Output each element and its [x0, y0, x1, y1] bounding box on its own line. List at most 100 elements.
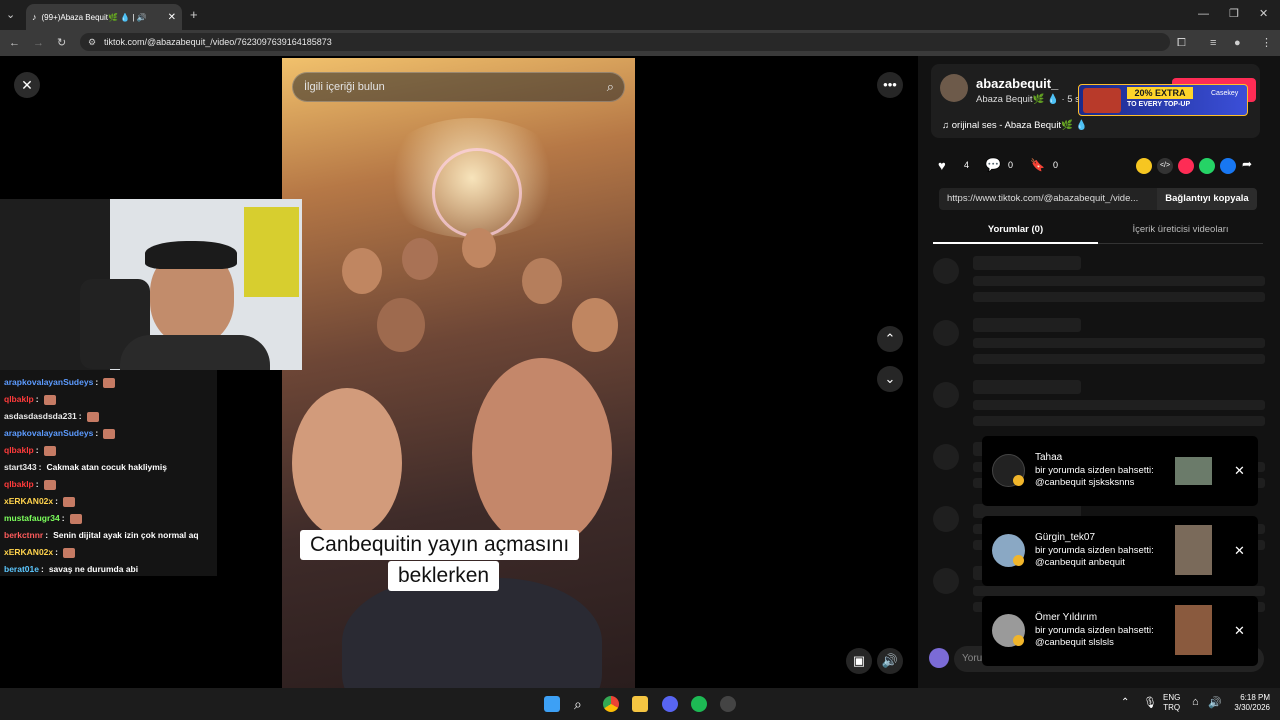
- chrome-icon[interactable]: [603, 696, 619, 712]
- notification-close-icon[interactable]: ✕: [1234, 463, 1245, 479]
- notification-line2: @canbequit slslsls: [1035, 637, 1114, 648]
- forward-icon[interactable]: →: [33, 36, 44, 50]
- crowd-face: [377, 298, 425, 352]
- facebook-icon[interactable]: [1220, 158, 1236, 174]
- chat-username[interactable]: berat01e: [4, 561, 39, 578]
- previous-video-icon[interactable]: ⌃: [877, 326, 903, 352]
- new-tab-icon[interactable]: +: [190, 8, 198, 22]
- chat-username[interactable]: arapkovalayanSudeys: [4, 374, 93, 391]
- browser-tab[interactable]: ♪ (99+)Abaza Bequit🌿 💧 | 🔊 ✕: [26, 4, 182, 30]
- discord-icon[interactable]: [662, 696, 678, 712]
- chat-emote: [86, 411, 99, 422]
- streamer-webcam: [0, 199, 302, 370]
- notification-line1: bir yorumda sizden bahsetti:: [1035, 465, 1154, 476]
- chat-message: qlbaklp :: [0, 391, 217, 408]
- notification-thumbnail: [1175, 525, 1212, 575]
- browser-tab-bar: ⌄ ♪ (99+)Abaza Bequit🌿 💧 | 🔊 ✕ + — ❐ ✕: [0, 0, 1280, 30]
- search-input[interactable]: İlgili içeriği bulun ⌕: [292, 72, 625, 102]
- search-icon[interactable]: ⌕: [607, 73, 614, 101]
- chat-text: savaş ne durumda abi: [48, 564, 139, 574]
- notification-name: Gürgin_tek07: [1035, 532, 1096, 543]
- share-arrow-icon[interactable]: ➦: [1242, 157, 1252, 171]
- notification-close-icon[interactable]: ✕: [1234, 623, 1245, 639]
- save-icon[interactable]: 🔖: [1030, 158, 1045, 172]
- minimize-icon[interactable]: —: [1198, 7, 1209, 21]
- speaker-icon[interactable]: 🔊: [1208, 696, 1222, 709]
- tray-chevron-icon[interactable]: ⌃: [1121, 697, 1129, 708]
- chat-username[interactable]: qlbaklp: [4, 391, 34, 408]
- volume-icon[interactable]: 🔊: [877, 648, 903, 674]
- video-player[interactable]: İlgili içeriği bulun ⌕ Canbequitin yayın…: [282, 58, 635, 688]
- spotify-icon[interactable]: [691, 696, 707, 712]
- crowd-face: [342, 248, 382, 294]
- chat-username[interactable]: qlbaklp: [4, 476, 34, 493]
- file-explorer-icon[interactable]: [632, 696, 648, 712]
- extensions-icon[interactable]: ⧠: [1177, 36, 1186, 50]
- reload-icon[interactable]: ↻: [57, 36, 66, 50]
- chat-separator: :: [95, 428, 99, 438]
- music-line[interactable]: ♫ orijinal ses - Abaza Bequit🌿 💧: [942, 120, 1087, 131]
- chat-separator: :: [35, 479, 39, 489]
- search-taskbar-icon[interactable]: ⌕: [574, 696, 590, 712]
- creator-avatar[interactable]: [940, 74, 968, 102]
- skeleton-line: [973, 586, 1265, 596]
- ad-banner[interactable]: 20% EXTRA TO EVERY TOP-UP Casekey: [1078, 84, 1248, 116]
- chat-username[interactable]: mustafaugr34: [4, 510, 60, 527]
- like-icon[interactable]: ♥: [938, 158, 946, 173]
- chat-username[interactable]: xERKAN02x: [4, 544, 53, 561]
- light-ring: [432, 148, 522, 238]
- chat-username[interactable]: qlbaklp: [4, 442, 34, 459]
- back-icon[interactable]: ←: [9, 36, 20, 50]
- clock[interactable]: 6:18 PM 3/30/2026: [1226, 693, 1270, 713]
- notification-close-icon[interactable]: ✕: [1234, 543, 1245, 559]
- mention-notification[interactable]: Gürgin_tek07 bir yorumda sizden bahsetti…: [982, 516, 1258, 586]
- repost-icon[interactable]: [1136, 158, 1152, 174]
- chat-emote: [43, 445, 56, 456]
- tab-list-icon[interactable]: ⌄: [6, 8, 15, 22]
- profile-avatar-icon[interactable]: ●: [1234, 36, 1241, 50]
- whatsapp-icon[interactable]: [1199, 158, 1215, 174]
- address-bar[interactable]: ⚙ tiktok.com/@abazabequit_/video/7623097…: [80, 33, 1170, 51]
- site-info-icon[interactable]: ⚙: [88, 35, 96, 49]
- copy-link-button[interactable]: Bağlantıyı kopyala: [1157, 188, 1257, 210]
- window-close-icon[interactable]: ✕: [1259, 7, 1268, 21]
- chat-username[interactable]: xERKAN02x: [4, 493, 53, 510]
- notification-line1: bir yorumda sizden bahsetti:: [1035, 625, 1154, 636]
- share-link-field[interactable]: https://www.tiktok.com/@abazabequit_/vid…: [939, 188, 1157, 210]
- notification-text: bir yorumda sizden bahsetti: @canbequit s…: [1035, 625, 1154, 649]
- ad-product-image: [1083, 88, 1121, 113]
- microphone-icon[interactable]: 🎙: [1143, 696, 1157, 709]
- tab-close-icon[interactable]: ✕: [168, 12, 176, 23]
- crowd-face: [402, 238, 438, 280]
- chat-username[interactable]: start343: [4, 459, 37, 476]
- mention-notification[interactable]: Tahaa bir yorumda sizden bahsetti: @canbe…: [982, 436, 1258, 506]
- music-title: orijinal ses - Abaza Bequit🌿 💧: [951, 120, 1088, 131]
- mention-notification[interactable]: Ömer Yıldırım bir yorumda sizden bahsett…: [982, 596, 1258, 666]
- language-indicator[interactable]: ENG TRQ: [1163, 693, 1180, 713]
- reading-list-icon[interactable]: ≡: [1210, 36, 1216, 50]
- app-icon[interactable]: [720, 696, 736, 712]
- chat-separator: :: [38, 462, 42, 472]
- chat-message: mustafaugr34 :: [0, 510, 217, 527]
- menu-kebab-icon[interactable]: ⋮: [1261, 36, 1272, 50]
- close-video-icon[interactable]: ✕: [14, 72, 40, 98]
- skeleton-avatar: [933, 382, 959, 408]
- chat-username[interactable]: arapkovalayanSudeys: [4, 425, 93, 442]
- next-video-icon[interactable]: ⌄: [877, 366, 903, 392]
- tab-creator-videos[interactable]: İçerik üreticisi videoları: [1098, 216, 1263, 244]
- embed-icon[interactable]: </>: [1157, 158, 1173, 174]
- restore-icon[interactable]: ❐: [1229, 7, 1239, 21]
- chat-username[interactable]: asdasdasdsda231: [4, 408, 77, 425]
- send-icon[interactable]: [1178, 158, 1194, 174]
- network-icon[interactable]: ⌂: [1192, 696, 1199, 708]
- start-windows-icon[interactable]: [544, 696, 560, 712]
- chat-username[interactable]: berkctnnr: [4, 527, 43, 544]
- comment-icon[interactable]: 💬: [985, 157, 1001, 173]
- more-options-icon[interactable]: •••: [877, 72, 903, 98]
- creator-username[interactable]: abazabequit_: [976, 76, 1058, 91]
- pip-icon[interactable]: ▣: [846, 648, 872, 674]
- profile-card: abazabequit_ Abaza Bequit🌿 💧 · 5 s Geri …: [931, 64, 1260, 138]
- tab-comments[interactable]: Yorumlar (0): [933, 216, 1098, 244]
- clock-date: 3/30/2026: [1234, 703, 1270, 712]
- skeleton-line: [973, 292, 1265, 302]
